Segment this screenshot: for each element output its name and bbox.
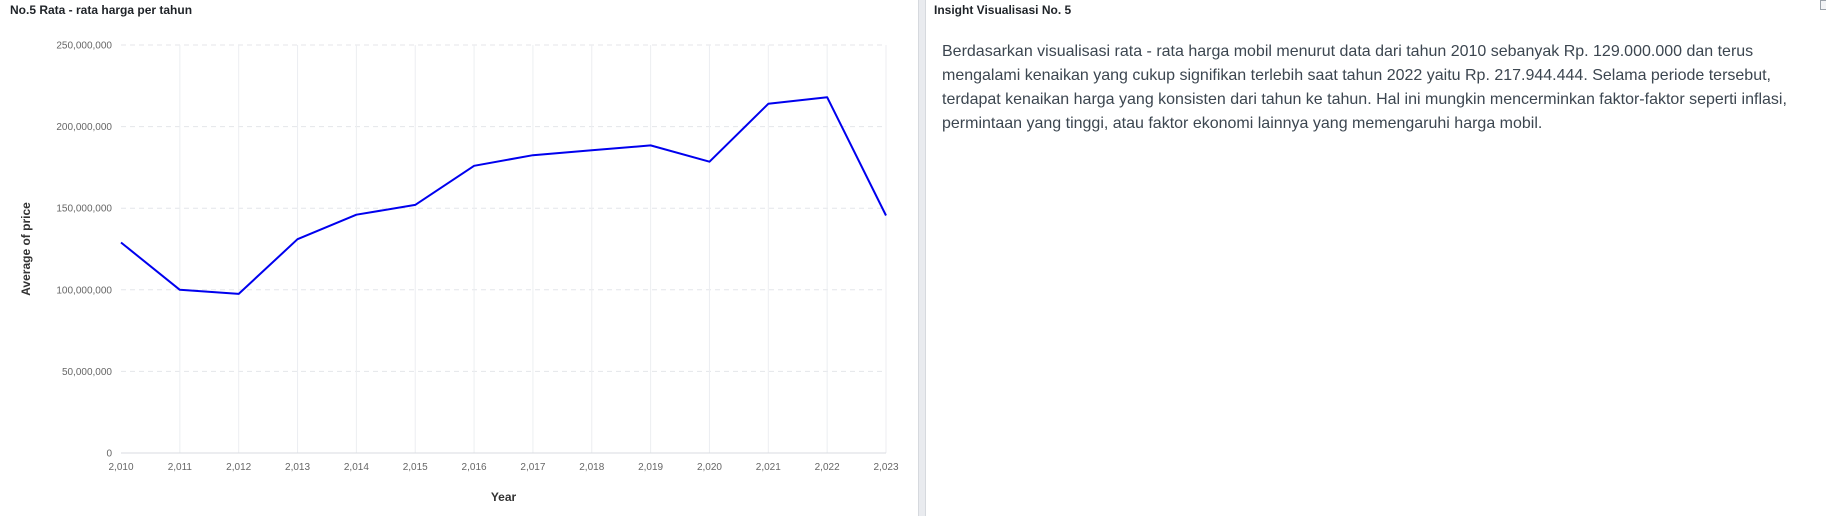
y-tick-label: 150,000,000: [56, 204, 112, 215]
x-tick-label: 2,010: [108, 462, 133, 473]
y-tick-label: 0: [106, 449, 112, 460]
x-tick-label: 2,023: [873, 462, 898, 473]
y-tick-label: 200,000,000: [56, 122, 112, 133]
x-tick-label: 2,011: [168, 462, 193, 473]
x-tick-label: 2,020: [697, 462, 722, 473]
line-chart: 0 50,000,000 100,000,000 150,000,000 200,000…: [19, 41, 899, 505]
x-tick-label: 2,016: [462, 462, 487, 473]
x-tick-label: 2,014: [344, 462, 369, 473]
panel-divider[interactable]: [918, 0, 926, 516]
x-tick-label: 2,012: [226, 462, 251, 473]
insight-panel: Insight Visualisasi No. 5 Berdasarkan vi…: [926, 0, 1826, 516]
y-tick-label: 250,000,000: [56, 41, 112, 52]
x-tick-label: 2,019: [638, 462, 663, 473]
grid: [121, 44, 887, 454]
x-tick-label: 2,021: [756, 462, 781, 473]
axes: 0 50,000,000 100,000,000 150,000,000 200,000…: [19, 41, 899, 505]
chart-panel: No.5 Rata - rata harga per tahun 0 50,000…: [0, 0, 918, 516]
x-tick-label: 2,017: [520, 462, 545, 473]
x-axis-title: Year: [491, 490, 517, 504]
x-tick-label: 2,013: [285, 462, 310, 473]
x-tick-label: 2,015: [403, 462, 428, 473]
y-axis-title: Average of price: [19, 202, 33, 296]
expand-icon[interactable]: [1820, 0, 1826, 10]
insight-panel-title: Insight Visualisasi No. 5: [934, 3, 1072, 17]
y-tick-label: 100,000,000: [56, 285, 112, 296]
x-tick-label: 2,018: [579, 462, 604, 473]
x-tick-label: 2,022: [815, 462, 840, 473]
insight-text: Berdasarkan visualisasi rata - rata harg…: [942, 43, 1787, 132]
y-tick-label: 50,000,000: [62, 367, 112, 378]
